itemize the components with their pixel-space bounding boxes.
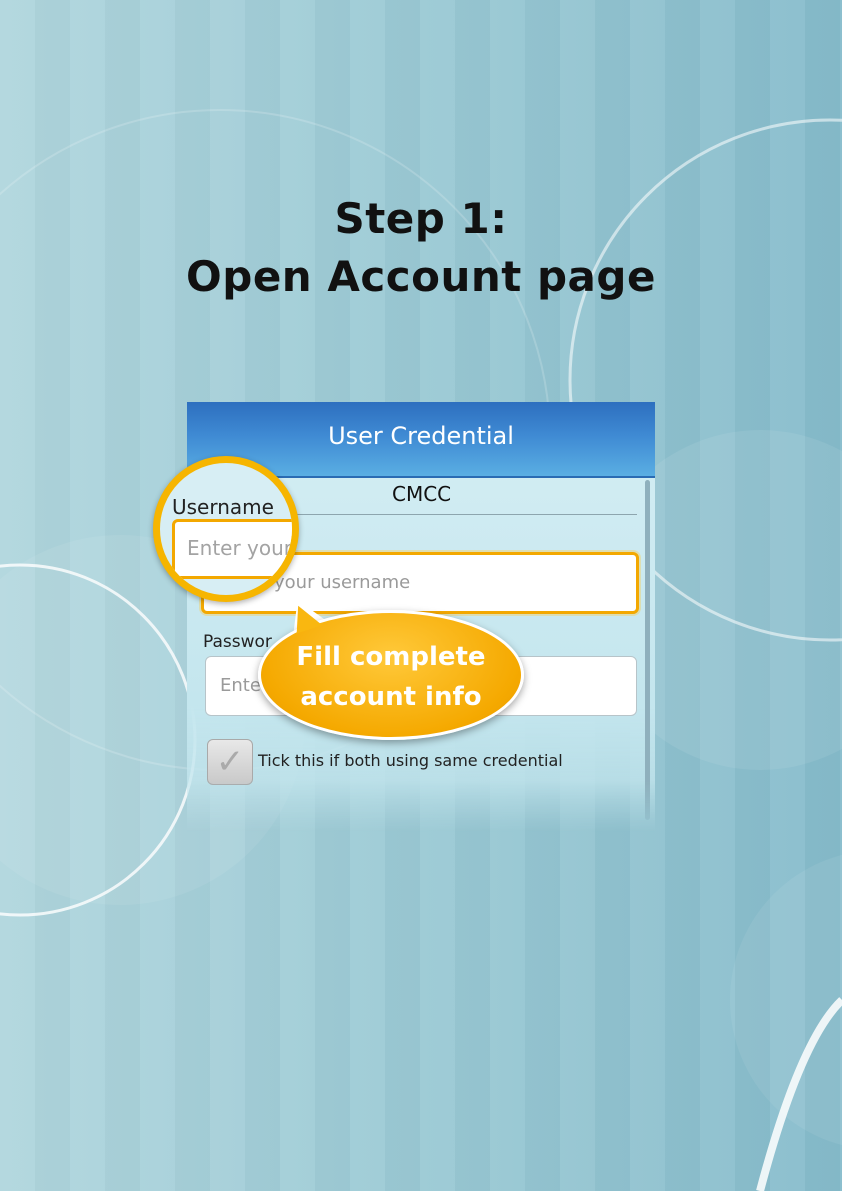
check-icon: ✓ xyxy=(215,742,245,782)
screen-title: User Credential xyxy=(328,422,514,450)
checkbox-label: Tick this if both using same credential xyxy=(258,751,563,770)
same-credential-checkbox[interactable]: ✓ xyxy=(207,739,253,785)
magnifier-zoom: Username Enter your xyxy=(153,456,299,602)
heading-title: Open Account page xyxy=(186,252,656,301)
magnified-username-field: Enter your xyxy=(172,519,293,579)
callout-line2: account info xyxy=(300,682,482,712)
scrollbar[interactable] xyxy=(645,480,650,820)
password-placeholder: Ente xyxy=(220,675,261,696)
callout-line1: Fill complete xyxy=(296,642,486,672)
heading-step: Step 1: xyxy=(334,194,508,243)
provider-name: CMCC xyxy=(392,482,452,506)
magnified-placeholder: Enter your xyxy=(187,536,293,560)
step-heading: Step 1: Open Account page xyxy=(0,190,842,306)
magnified-username-label: Username xyxy=(172,495,274,519)
